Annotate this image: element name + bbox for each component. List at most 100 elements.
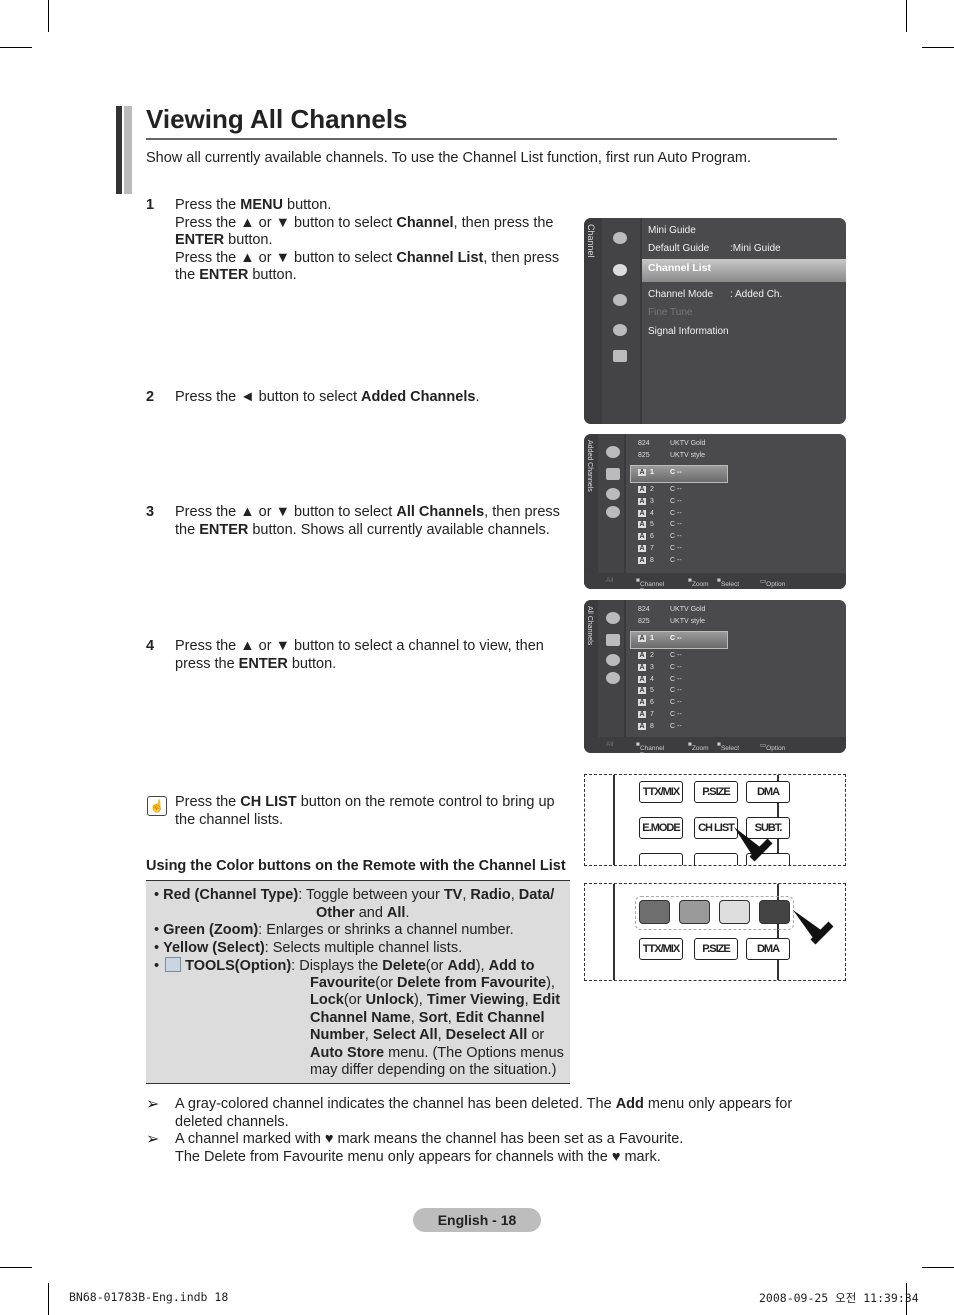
channel-row[interactable]: 825 UKTV style xyxy=(638,452,705,459)
text-run: Favourite xyxy=(310,974,376,991)
menu-item-channel-list[interactable]: Channel List xyxy=(642,259,846,282)
page-title: Viewing All Channels xyxy=(146,104,408,134)
text-run: Select All xyxy=(372,1027,438,1043)
footer-label: Select xyxy=(720,745,740,752)
channel-name: C -- xyxy=(670,635,682,642)
channel-name: UKTV style xyxy=(670,618,706,625)
tools-icon xyxy=(165,957,182,972)
color-item: • Green (Zoom): Enlarges or shrinks a ch… xyxy=(154,922,514,938)
ch-list-note: Press the CH LIST button on the remote c… xyxy=(175,794,570,829)
text-run: Lock xyxy=(310,992,344,1008)
channel-name: C -- xyxy=(670,711,682,718)
channel-row[interactable]: A4 C -- xyxy=(638,675,682,683)
channel-row[interactable]: A3 C -- xyxy=(638,663,682,671)
color-item-head: Green (Zoom) xyxy=(163,922,259,938)
channel-name: C -- xyxy=(670,652,682,659)
text-run: Channel Name xyxy=(310,1009,411,1026)
channel-icon xyxy=(613,264,627,276)
channel-row[interactable]: A8 C -- xyxy=(638,722,682,730)
step-4: 4 Press the ▲ or ▼ button to select a cha… xyxy=(146,638,576,673)
channel-row[interactable]: A5 C -- xyxy=(638,521,682,529)
analog-badge: A xyxy=(638,663,646,671)
analog-badge: A xyxy=(638,675,646,683)
text-run: Press the ▲ or ▼ button to select a chan… xyxy=(175,638,544,672)
footer-red[interactable]: ■ Channel Type xyxy=(636,577,664,589)
red-button xyxy=(639,900,670,924)
p-size-button: P.SIZE xyxy=(694,938,738,960)
step-1: 1 Press the MENU button. Press the ▲ or ▼… xyxy=(146,197,576,285)
footer-tools[interactable]: ▭ Option xyxy=(760,741,785,752)
channel-name: C -- xyxy=(670,469,682,476)
channel-row[interactable]: A8 C -- xyxy=(638,556,682,564)
analog-badge: A xyxy=(638,521,646,529)
text-run: ENTER xyxy=(199,267,249,283)
text-run: A gray-colored channel indicates the cha… xyxy=(175,1096,616,1112)
channel-name: UKTV Gold xyxy=(670,606,706,613)
analog-badge: A xyxy=(638,509,646,517)
channel-row[interactable]: A6 C -- xyxy=(638,533,682,541)
menu-item-default-guide[interactable]: Default Guide:Mini Guide xyxy=(648,243,781,254)
channel-row[interactable]: A1 C -- xyxy=(638,635,682,642)
text-run: A channel marked with ♥ mark means the c… xyxy=(175,1131,684,1165)
footer-label: Zoom xyxy=(691,745,709,752)
channel-number: 2 xyxy=(650,652,654,659)
text-run: , xyxy=(410,1009,419,1026)
text-run: ), xyxy=(413,992,427,1008)
channel-row[interactable]: 825 UKTV style xyxy=(638,618,705,625)
channel-row[interactable]: A2 C -- xyxy=(638,652,682,659)
list-footer: All ■ Channel Type ■ Zoom ■ Select ▭ Opt… xyxy=(584,573,846,589)
menu-item-channel-mode[interactable]: Channel Mode: Added Ch. xyxy=(648,289,782,300)
channel-number: 5 xyxy=(650,687,654,695)
color-item: • TOOLS(Option): Displays the Delete(or … xyxy=(154,957,564,1078)
text-run: , xyxy=(437,1027,446,1043)
analog-badge: A xyxy=(638,469,646,476)
menu-item-signal-information[interactable]: Signal Information xyxy=(648,326,729,337)
footer-red[interactable]: ■ Channel Type xyxy=(636,741,664,753)
programmed-icon xyxy=(606,672,620,684)
footer-label: Zoom xyxy=(691,581,709,588)
footer-green[interactable]: ■ Zoom xyxy=(688,577,709,588)
footer-yellow[interactable]: ■ Select xyxy=(717,577,739,588)
dma-button: DMA xyxy=(746,781,790,803)
ttx-mix-button: TTX/MIX xyxy=(639,781,683,803)
channel-name: UKTV style xyxy=(670,452,706,459)
footer-tools[interactable]: ▭ Option xyxy=(760,577,785,588)
channel-number: 4 xyxy=(650,675,654,683)
channel-row[interactable]: 824 UKTV Gold xyxy=(638,606,705,613)
rewind-button xyxy=(639,853,683,865)
text-run: (or xyxy=(425,958,448,974)
channel-row[interactable]: A7 C -- xyxy=(638,545,682,552)
note-arrow-icon: ➢ xyxy=(146,1096,160,1113)
text-run: , xyxy=(524,992,533,1008)
menu-item-value: : Added Ch. xyxy=(730,289,783,300)
channel-row[interactable]: A5 C -- xyxy=(638,687,682,695)
channel-row[interactable]: 824 UKTV Gold xyxy=(638,440,705,447)
footer-green[interactable]: ■ Zoom xyxy=(688,741,709,752)
channel-name: C -- xyxy=(670,509,682,517)
channel-row[interactable]: A7 C -- xyxy=(638,711,682,718)
color-item-head: TOOLS(Option) xyxy=(185,958,292,974)
footer-yellow[interactable]: ■ Select xyxy=(717,741,739,752)
text-run: ENTER xyxy=(175,232,225,248)
text-run: Press the ▲ or ▼ button to select xyxy=(175,504,397,520)
channel-name: C -- xyxy=(670,699,682,707)
channel-row[interactable]: A2 C -- xyxy=(638,486,682,493)
text-run: Other xyxy=(316,904,355,921)
step-text: Press the ▲ or ▼ button to select a chan… xyxy=(175,638,576,673)
channel-number: 7 xyxy=(650,711,654,718)
channel-row[interactable]: A1 C -- xyxy=(638,469,682,476)
channel-row[interactable]: A4 C -- xyxy=(638,509,682,517)
added-channels-icon xyxy=(606,634,620,646)
menu-item-mini-guide[interactable]: Mini Guide xyxy=(648,225,696,236)
step-text: Press the MENU button. Press the ▲ or ▼ … xyxy=(175,197,576,285)
channel-number: 8 xyxy=(650,556,654,564)
favourite-note: A channel marked with ♥ mark means the c… xyxy=(175,1131,683,1166)
channel-row[interactable]: A3 C -- xyxy=(638,497,682,505)
text-run: Unlock xyxy=(365,992,414,1008)
dma-button: DMA xyxy=(746,938,790,960)
channel-number: 7 xyxy=(650,545,654,552)
text-run: Edit Channel xyxy=(455,1009,545,1026)
channel-row[interactable]: A6 C -- xyxy=(638,699,682,707)
channel-number: 825 xyxy=(638,618,650,625)
color-item-head: Yellow (Select) xyxy=(163,939,265,956)
